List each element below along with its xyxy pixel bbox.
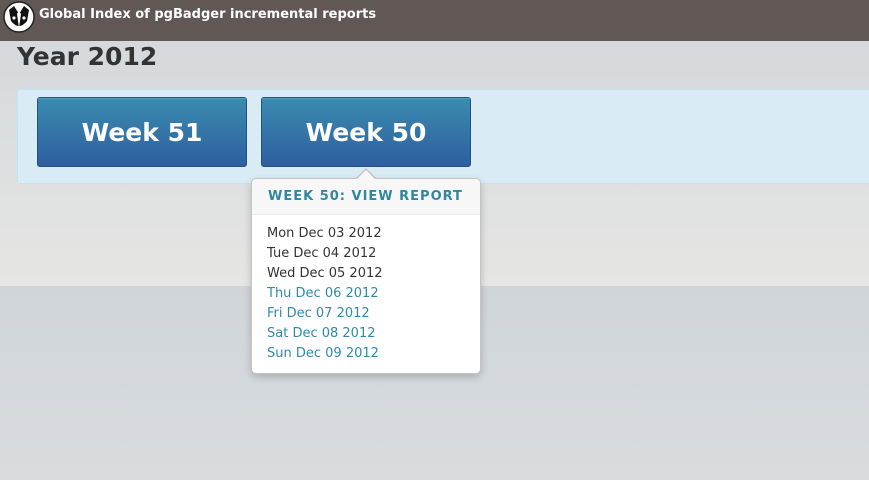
app-title[interactable]: Global Index of pgBadger incremental rep… (39, 7, 376, 22)
top-bar: Global Index of pgBadger incremental rep… (0, 0, 869, 41)
day-item-tue: Tue Dec 04 2012 (267, 246, 377, 261)
popover-title: WEEK 50: VIEW REPORT (252, 179, 480, 215)
day-link-thu[interactable]: Thu Dec 06 2012 (267, 284, 383, 304)
day-link-sun[interactable]: Sun Dec 09 2012 (267, 344, 383, 364)
day-list: Mon Dec 03 2012 Tue Dec 04 2012 Wed Dec … (267, 224, 383, 364)
week-51-button[interactable]: Week 51 (37, 97, 247, 167)
week-50-button[interactable]: Week 50 (261, 97, 471, 167)
popover-arrow-fill (356, 170, 376, 180)
page-title: Year 2012 (17, 42, 158, 71)
day-link-fri[interactable]: Fri Dec 07 2012 (267, 304, 383, 324)
day-link-sat[interactable]: Sat Dec 08 2012 (267, 324, 383, 344)
badger-icon[interactable] (3, 1, 35, 33)
week-50-popover: WEEK 50: VIEW REPORT Mon Dec 03 2012 Tue… (251, 178, 481, 374)
day-item-mon: Mon Dec 03 2012 (267, 226, 382, 241)
day-item-wed: Wed Dec 05 2012 (267, 266, 383, 281)
